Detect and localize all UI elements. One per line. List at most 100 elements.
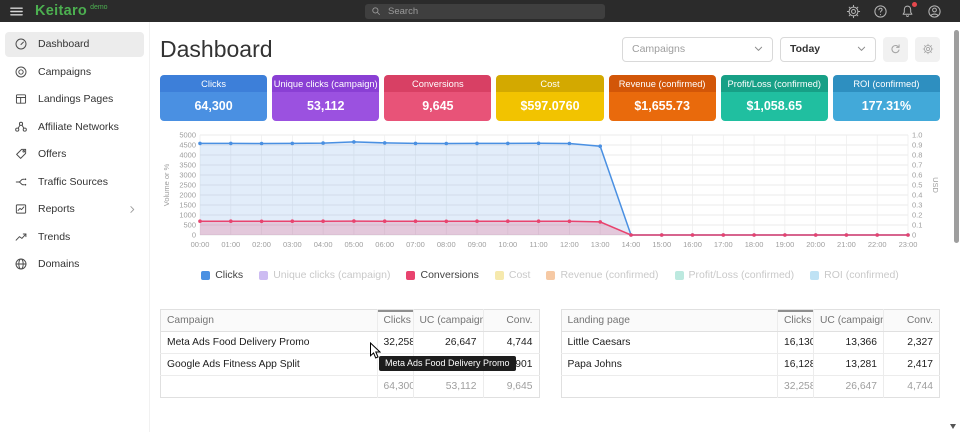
svg-text:1.0: 1.0	[912, 131, 922, 140]
sidebar-item-domains[interactable]: Domains	[5, 252, 144, 277]
stat-card-label: Unique clicks (campaign)	[272, 75, 379, 92]
legend-swatch	[406, 271, 415, 280]
svg-text:3000: 3000	[179, 171, 196, 180]
row-label-cell[interactable]: Papa Johns	[561, 354, 778, 376]
svg-text:0.5: 0.5	[912, 181, 922, 190]
stat-card-cost: Cost$597.0760	[496, 75, 603, 121]
column-header-clicks[interactable]: Clicks	[377, 310, 413, 332]
column-header-conv[interactable]: Conv.	[483, 310, 539, 332]
gauge-icon	[14, 37, 28, 51]
numeric-cell[interactable]: 13,366	[814, 332, 884, 354]
svg-text:17:00: 17:00	[714, 240, 733, 249]
stat-card-value: $1,058.65	[721, 92, 828, 121]
svg-text:1500: 1500	[179, 201, 196, 210]
svg-text:11:00: 11:00	[529, 240, 547, 249]
legend-label: Conversions	[420, 269, 478, 281]
legend-item-cost[interactable]: Cost	[495, 269, 531, 281]
sidebar-item-trends[interactable]: Trends	[5, 224, 144, 249]
stat-card-value: 9,645	[384, 92, 491, 121]
sidebar-item-dashboard[interactable]: Dashboard	[5, 32, 144, 57]
svg-text:14:00: 14:00	[622, 240, 641, 249]
row-label-cell[interactable]: Google Ads Fitness App Split	[161, 354, 378, 376]
numeric-cell[interactable]: 2,327	[884, 332, 940, 354]
legend-item-revenue-confirmed[interactable]: Revenue (confirmed)	[546, 269, 658, 281]
table-row[interactable]: Meta Ads Food Delivery Promo32,25826,647…	[161, 332, 540, 354]
row-label-cell[interactable]: Meta Ads Food Delivery Promo	[161, 332, 378, 354]
sidebar-item-landings-pages[interactable]: Landings Pages	[5, 87, 144, 112]
column-header-landing-page[interactable]: Landing page	[561, 310, 778, 332]
refresh-button[interactable]	[883, 37, 908, 62]
legend-item-conversions[interactable]: Conversions	[406, 269, 478, 281]
traffic-chart: 005000.110000.215000.320000.425000.53000…	[160, 129, 940, 259]
svg-text:1000: 1000	[179, 211, 196, 220]
sidebar-item-campaigns[interactable]: Campaigns	[5, 59, 144, 84]
logo[interactable]: Keitaro demo	[35, 1, 108, 21]
legend-label: Clicks	[215, 269, 243, 281]
svg-text:00:00: 00:00	[191, 240, 210, 249]
numeric-cell[interactable]: 4,744	[483, 332, 539, 354]
svg-text:0.1: 0.1	[912, 221, 922, 230]
account-button[interactable]	[927, 4, 942, 19]
column-header-uc-campaign[interactable]: UC (campaign)	[814, 310, 884, 332]
scroll-down-arrow-icon[interactable]	[950, 424, 956, 429]
search-input[interactable]	[386, 5, 599, 18]
scrollbar-thumb[interactable]	[954, 30, 959, 243]
date-range-value: Today	[790, 43, 820, 55]
svg-text:0.7: 0.7	[912, 161, 922, 170]
svg-text:19:00: 19:00	[775, 240, 794, 249]
numeric-cell[interactable]: 2,417	[884, 354, 940, 376]
stat-card-label: Profit/Loss (confirmed)	[721, 75, 828, 92]
numeric-cell[interactable]: 26,647	[413, 332, 483, 354]
column-header-conv[interactable]: Conv.	[884, 310, 940, 332]
column-header-uc-campaign[interactable]: UC (campaign)	[413, 310, 483, 332]
chevron-down-icon	[754, 46, 763, 52]
totals-cell: 32,258	[778, 376, 814, 398]
question-icon	[873, 4, 888, 19]
menu-toggle-button[interactable]	[9, 4, 24, 19]
date-range-select[interactable]: Today	[780, 37, 876, 62]
sidebar-item-label: Offers	[38, 148, 66, 160]
legend-item-clicks[interactable]: Clicks	[201, 269, 243, 281]
legend-item-roi-confirmed[interactable]: ROI (confirmed)	[810, 269, 899, 281]
row-label-cell[interactable]: Little Caesars	[561, 332, 778, 354]
report-chart-icon	[14, 202, 28, 216]
summary-tables: CampaignClicksUC (campaign)Conv.Meta Ads…	[160, 309, 940, 398]
sidebar-item-traffic-sources[interactable]: Traffic Sources	[5, 169, 144, 194]
numeric-cell[interactable]: 16,128	[778, 354, 814, 376]
numeric-cell[interactable]: 32,258	[377, 332, 413, 354]
stat-card-label: Cost	[496, 75, 603, 92]
svg-text:13:00: 13:00	[591, 240, 610, 249]
sidebar-item-reports[interactable]: Reports	[5, 197, 144, 222]
svg-text:5000: 5000	[179, 131, 196, 140]
traffic-chart-svg: 005000.110000.215000.320000.425000.53000…	[160, 129, 940, 259]
svg-text:21:00: 21:00	[837, 240, 856, 249]
table-row[interactable]: Little Caesars16,13013,3662,327	[561, 332, 940, 354]
stat-card-value: $597.0760	[496, 92, 603, 121]
svg-text:0.4: 0.4	[912, 191, 922, 200]
legend-item-unique-clicks-campaign[interactable]: Unique clicks (campaign)	[259, 269, 390, 281]
stat-card-value: 53,112	[272, 92, 379, 121]
sidebar-item-label: Reports	[38, 203, 75, 215]
legend-item-profit-loss-confirmed[interactable]: Profit/Loss (confirmed)	[675, 269, 795, 281]
svg-text:16:00: 16:00	[683, 240, 702, 249]
svg-text:22:00: 22:00	[868, 240, 887, 249]
legend-label: Unique clicks (campaign)	[273, 269, 390, 281]
sidebar-item-affiliate-networks[interactable]: Affiliate Networks	[5, 114, 144, 139]
column-header-campaign[interactable]: Campaign	[161, 310, 378, 332]
notifications-button[interactable]	[900, 4, 915, 19]
numeric-cell[interactable]: 13,281	[814, 354, 884, 376]
column-header-clicks[interactable]: Clicks	[778, 310, 814, 332]
svg-text:18:00: 18:00	[745, 240, 764, 249]
legend-swatch	[675, 271, 684, 280]
numeric-cell[interactable]: 16,130	[778, 332, 814, 354]
help-button[interactable]	[873, 4, 888, 19]
settings-button[interactable]	[846, 4, 861, 19]
stat-card-value: 64,300	[160, 92, 267, 121]
table-row[interactable]: Papa Johns16,12813,2812,417	[561, 354, 940, 376]
search-bar[interactable]	[365, 4, 605, 19]
dashboard-settings-button[interactable]	[915, 37, 940, 62]
scrollbar[interactable]	[952, 22, 960, 432]
svg-text:07:00: 07:00	[406, 240, 425, 249]
sidebar-item-offers[interactable]: Offers	[5, 142, 144, 167]
campaigns-filter-select[interactable]: Campaigns	[622, 37, 773, 62]
